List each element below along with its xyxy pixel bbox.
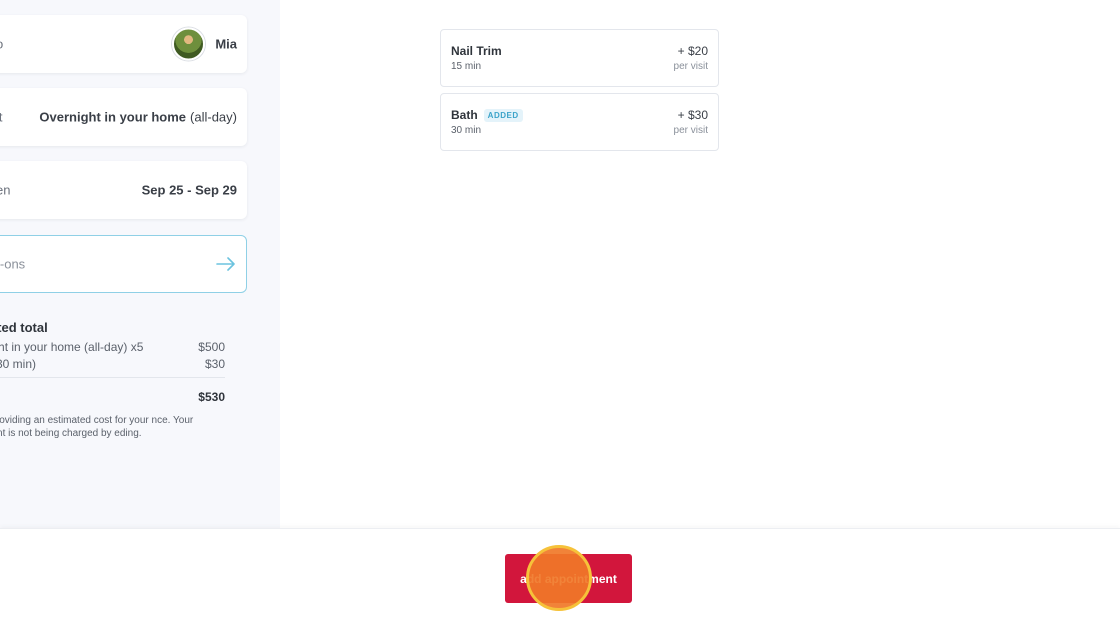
addon-option[interactable]: Nail Trim 15 min + $20 per visit — [440, 29, 719, 87]
addon-price: + $30 — [677, 108, 708, 122]
dates-row-label: en — [0, 182, 11, 198]
estimate-line-label: night in your home (all-day) x5 — [0, 340, 144, 354]
addon-name: Nail Trim — [451, 44, 502, 58]
service-row[interactable]: it Overnight in your home (all-day) — [0, 88, 247, 146]
service-duration: (all-day) — [190, 109, 237, 125]
pet-name: Mia — [215, 36, 237, 52]
addon-price-unit: per visit — [673, 125, 708, 136]
dates-row[interactable]: en Sep 25 - Sep 29 — [0, 161, 247, 219]
addons-row[interactable]: l-ons — [0, 235, 247, 293]
pet-row-label: o — [0, 37, 3, 52]
footer-bar: add appointment — [0, 528, 1120, 626]
estimate-line-label: h (30 min) — [0, 357, 37, 371]
estimate-title: nated total — [0, 320, 48, 335]
estimate-line-amount: $30 — [204, 357, 225, 371]
pet-row[interactable]: o Mia — [0, 15, 247, 73]
addon-duration: 30 min — [451, 125, 482, 136]
booking-summary-panel: o Mia it Overnight in your home (all-day… — [0, 0, 280, 528]
added-badge: ADDED — [483, 108, 523, 122]
addon-price-unit: per visit — [673, 61, 708, 72]
addon-price: + $20 — [677, 44, 708, 58]
addons-row-label: l-ons — [0, 256, 26, 272]
estimate-disclaimer: e providing an estimated cost for your n… — [0, 415, 194, 439]
estimate-line: night in your home (all-day) x5 $500 — [0, 340, 225, 354]
estimate-line: h (30 min) $30 — [0, 357, 225, 371]
arrow-right-icon[interactable] — [216, 257, 236, 271]
avatar — [172, 27, 206, 61]
estimate-line-amount: $500 — [198, 340, 225, 354]
estimate-total: $530 — [198, 390, 225, 404]
service-name: Overnight in your home — [39, 109, 187, 125]
service-row-label: it — [0, 109, 3, 125]
addon-duration: 15 min — [451, 61, 482, 72]
addon-option[interactable]: Bath ADDED 30 min + $30 per visit — [440, 93, 719, 151]
date-range: Sep 25 - Sep 29 — [141, 182, 237, 198]
divider — [0, 377, 225, 378]
add-appointment-button[interactable]: add appointment — [505, 554, 632, 603]
addon-name: Bath — [451, 108, 478, 122]
estimated-total: nated total night in your home (all-day)… — [0, 320, 225, 440]
